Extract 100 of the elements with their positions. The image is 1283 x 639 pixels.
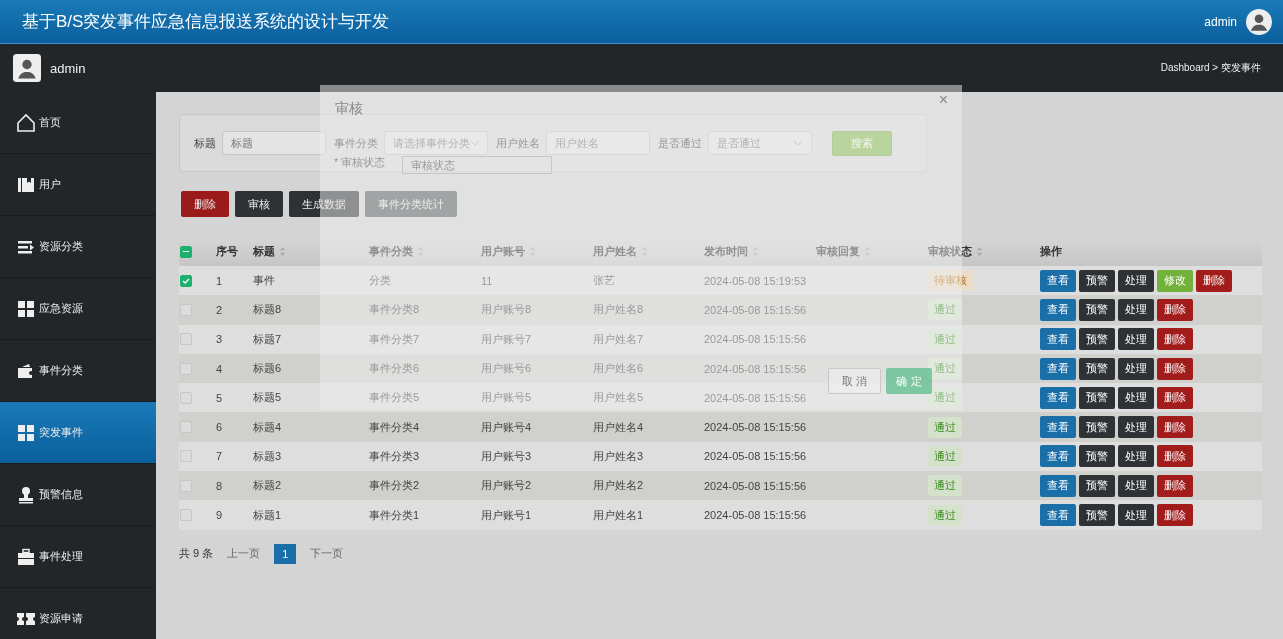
action-button[interactable]: 处理 xyxy=(1118,445,1154,468)
action-button[interactable]: 处理 xyxy=(1118,269,1154,292)
action-button[interactable]: 处理 xyxy=(1118,504,1154,526)
table-cell: 2 xyxy=(216,303,223,316)
delete-button[interactable]: 删除 xyxy=(1196,269,1232,292)
row-checkbox[interactable] xyxy=(180,391,192,404)
status-tag: 通过 xyxy=(928,416,962,438)
column-header[interactable]: 标题 xyxy=(253,244,275,259)
delete-button[interactable]: 删除 xyxy=(1157,386,1193,409)
table-cell: 2024-05-08 15:15:56 xyxy=(704,362,807,375)
row-checkbox[interactable] xyxy=(180,450,192,463)
action-button[interactable]: 处理 xyxy=(1118,474,1154,497)
action-button[interactable]: 处理 xyxy=(1118,298,1154,321)
action-button[interactable]: 处理 xyxy=(1118,357,1154,380)
delete-button[interactable]: 删除 xyxy=(1157,416,1193,439)
action-button[interactable]: 预警 xyxy=(1079,504,1115,526)
table-cell: 用户姓名7 xyxy=(593,332,644,345)
row-checkbox[interactable] xyxy=(180,274,192,287)
sidebar-item[interactable]: 用户 xyxy=(0,154,156,216)
person-icon xyxy=(16,484,36,505)
table-cell: 用户账号5 xyxy=(481,391,532,404)
sidebar-item[interactable]: 资源分类 xyxy=(0,216,156,278)
view-button[interactable]: 查看 xyxy=(1040,298,1076,321)
prev-page-link[interactable]: 上一页 xyxy=(227,546,261,562)
user-name: admin xyxy=(50,60,87,76)
sidebar-item[interactable]: 首页 xyxy=(0,92,156,154)
sort-icon[interactable] xyxy=(976,246,983,257)
delete-button[interactable]: 删除 xyxy=(1157,328,1193,351)
table-cell: 6 xyxy=(216,421,223,434)
view-button[interactable]: 查看 xyxy=(1040,269,1076,292)
view-button[interactable]: 查看 xyxy=(1040,328,1076,351)
action-button[interactable]: 处理 xyxy=(1118,386,1154,409)
row-checkbox[interactable] xyxy=(180,509,192,521)
table-cell: 用户姓名5 xyxy=(593,391,644,404)
delete-button[interactable]: 删除 xyxy=(1157,445,1193,468)
table-cell: 事件分类5 xyxy=(369,391,420,404)
view-button[interactable]: 查看 xyxy=(1040,357,1076,380)
avatar-icon[interactable] xyxy=(13,54,41,82)
view-button[interactable]: 查看 xyxy=(1040,474,1076,497)
grid-icon xyxy=(16,298,36,319)
delete-button[interactable]: 删除 xyxy=(1157,357,1193,380)
column-header[interactable]: 操作 xyxy=(1040,244,1062,259)
sidebar-item[interactable]: 应急资源 xyxy=(0,278,156,340)
cancel-button[interactable]: 取 消 xyxy=(828,368,881,394)
table-cell: 用户账号7 xyxy=(481,332,532,345)
home-icon xyxy=(16,112,36,133)
table-cell: 8 xyxy=(216,479,223,492)
table-cell: 用户姓名3 xyxy=(593,449,644,462)
view-button[interactable]: 查看 xyxy=(1040,504,1076,526)
grid-icon xyxy=(16,422,36,443)
sidebar-item[interactable]: 突发事件 xyxy=(0,402,156,464)
field-label: 用户姓名 xyxy=(496,135,540,151)
field-label: 是否通过 xyxy=(658,135,702,151)
sidebar-item[interactable]: 预警信息 xyxy=(0,464,156,526)
table-cell: 用户姓名8 xyxy=(593,303,644,316)
action-button[interactable]: 预警 xyxy=(1079,269,1115,292)
table-cell: 2024-05-08 15:15:56 xyxy=(704,509,807,521)
table-cell: 事件分类1 xyxy=(369,508,420,521)
avatar-icon[interactable] xyxy=(1246,8,1272,35)
table-cell: 事件分类7 xyxy=(369,332,420,345)
action-button[interactable]: 预警 xyxy=(1079,328,1115,351)
action-button[interactable]: 预警 xyxy=(1079,416,1115,439)
table-cell: 标题1 xyxy=(253,508,282,521)
delete-button[interactable]: 删除 xyxy=(1157,474,1193,497)
row-checkbox[interactable] xyxy=(180,333,192,346)
action-button[interactable]: 预警 xyxy=(1079,474,1115,497)
delete-button[interactable]: 删除 xyxy=(1157,504,1193,526)
sort-icon[interactable] xyxy=(279,246,286,257)
view-button[interactable]: 查看 xyxy=(1040,416,1076,439)
table-cell: 2024-05-08 15:15:56 xyxy=(704,450,807,463)
next-page-link[interactable]: 下一页 xyxy=(310,546,344,562)
field-label: 事件分类 xyxy=(334,135,378,151)
select-all-checkbox[interactable] xyxy=(180,245,192,258)
input-field[interactable]: 标题 xyxy=(222,131,326,155)
action-button[interactable]: 预警 xyxy=(1079,298,1115,321)
delete-button[interactable]: 删除 xyxy=(181,191,229,217)
action-button[interactable]: 预警 xyxy=(1079,357,1115,380)
table-cell: 5 xyxy=(216,391,223,404)
sidebar-item[interactable]: 事件处理 xyxy=(0,526,156,588)
table-cell: 标题5 xyxy=(253,391,282,404)
view-button[interactable]: 查看 xyxy=(1040,386,1076,409)
total-count: 共 9 条 xyxy=(179,546,214,562)
view-button[interactable]: 查看 xyxy=(1040,445,1076,468)
action-button[interactable]: 审核 xyxy=(235,191,283,217)
sidebar-item[interactable]: 资源申请 xyxy=(0,588,156,639)
delete-button[interactable]: 删除 xyxy=(1157,298,1193,321)
user-name: admin xyxy=(1204,14,1237,29)
status-tag: 通过 xyxy=(928,387,962,409)
table-cell: 标题8 xyxy=(253,303,282,316)
table-cell: 事件分类8 xyxy=(369,303,420,316)
status-tag: 通过 xyxy=(928,328,962,350)
action-button[interactable]: 预警 xyxy=(1079,386,1115,409)
page-number[interactable]: 1 xyxy=(274,543,297,564)
status-tag: 通过 xyxy=(928,445,962,467)
action-button[interactable]: 处理 xyxy=(1118,328,1154,351)
table-cell: 7 xyxy=(216,450,223,463)
table-cell: 标题7 xyxy=(253,332,282,345)
action-button[interactable]: 处理 xyxy=(1118,416,1154,439)
column-header[interactable]: 序号 xyxy=(216,244,238,259)
action-button[interactable]: 预警 xyxy=(1079,445,1115,468)
